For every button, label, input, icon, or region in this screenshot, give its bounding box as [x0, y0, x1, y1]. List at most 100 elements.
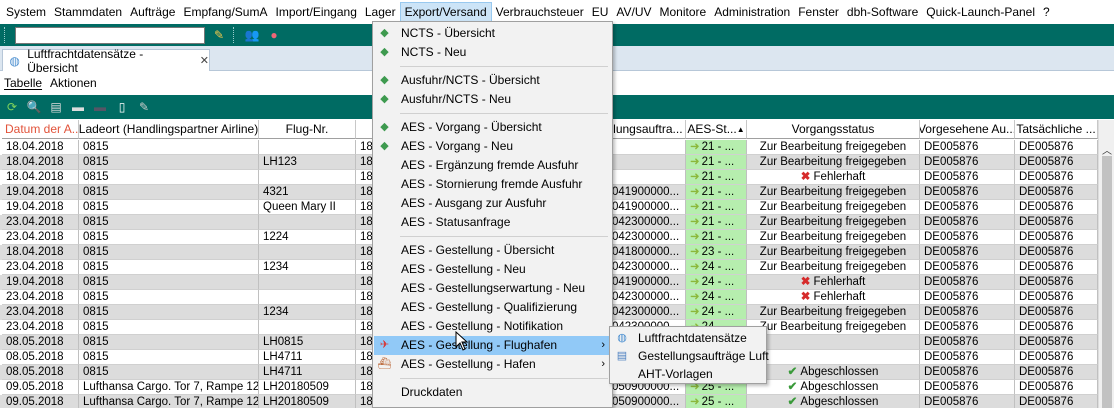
status-arrow-icon: ➜	[690, 141, 700, 153]
cube-icon: ◆	[380, 74, 389, 86]
menu-fenster[interactable]: Fenster	[794, 2, 843, 22]
menu-item-ausfuhr-ncts-bersicht[interactable]: ◆ Ausfuhr/NCTS - Übersicht	[374, 71, 611, 90]
import-icon[interactable]: ▬	[92, 99, 108, 115]
menu-quick-launch-panel[interactable]: Quick-Launch-Panel	[922, 2, 1039, 22]
export-icon[interactable]: ▬	[70, 99, 86, 115]
menu-item-ausfuhr-ncts-neu[interactable]: ◆ Ausfuhr/NCTS - Neu	[374, 90, 611, 109]
aes-status-value: 21 - ...	[701, 171, 735, 183]
cell-vorg: DE005876	[920, 260, 1015, 275]
cell-vorg: DE005876	[920, 350, 1015, 365]
status-arrow-icon: ➜	[690, 276, 700, 288]
menu-item-aes-statusanfrage[interactable]: AES - Statusanfrage	[374, 213, 611, 232]
group-icon[interactable]: ●	[266, 27, 282, 43]
menu-empfang-suma[interactable]: Empfang/SumA	[179, 2, 271, 22]
scroll-up-icon[interactable]: ︿	[1102, 142, 1112, 157]
pin-icon[interactable]: ✎	[211, 27, 227, 43]
column-header[interactable]: Vorgesehene Au...	[920, 120, 1015, 139]
menu-item-aes-vorgang-neu[interactable]: ◆ AES - Vorgang - Neu	[374, 137, 611, 156]
new-document-icon[interactable]: ▯	[114, 99, 130, 115]
cell-vorg: DE005876	[920, 380, 1015, 395]
menu-item-aes-ausgang-zur-ausfuhr[interactable]: AES - Ausgang zur Ausfuhr	[374, 194, 611, 213]
submenu-item-gestellungsauftr-ge-luft[interactable]: ▤ Gestellungsaufträge Luft	[611, 347, 769, 365]
column-header-label: Vorgangsstatus	[791, 122, 875, 136]
menu-item-aes-gestellung-bersicht[interactable]: AES - Gestellung - Übersicht	[374, 241, 611, 260]
cell-tats: DE005876	[1015, 230, 1098, 245]
column-header[interactable]: Flug-Nr.	[259, 120, 356, 139]
cell-flug	[259, 245, 356, 260]
menu-system[interactable]: System	[2, 2, 50, 22]
cell-status: ✖ Fehlerhaft	[747, 170, 920, 185]
menu-stammdaten[interactable]: Stammdaten	[50, 2, 126, 22]
menu-item-aes-gestellung-hafen[interactable]: ⛴ AES - Gestellung - Hafen ›	[374, 355, 611, 374]
search-input[interactable]	[15, 26, 205, 44]
column-header[interactable]: Ladeort (Handlingspartner Airline)	[79, 120, 259, 139]
edit-icon[interactable]: ✎	[136, 99, 152, 115]
print-icon[interactable]: ▤	[48, 99, 64, 115]
users-icon[interactable]: 👥	[244, 27, 260, 43]
refresh-icon[interactable]: ⟳	[4, 99, 20, 115]
menu-item-ncts-bersicht[interactable]: ◆ NCTS - Übersicht	[374, 24, 611, 43]
menu-export-versand[interactable]: Export/Versand	[399, 2, 492, 22]
cell-flug	[259, 140, 356, 155]
menu-verbrauchsteuer[interactable]: Verbrauchsteuer	[492, 2, 588, 22]
menu-tabelle[interactable]: Tabelle	[4, 76, 42, 90]
menu-item-ncts-neu[interactable]: ◆ NCTS - Neu	[374, 43, 611, 62]
search-icon[interactable]: 🔍	[26, 99, 42, 115]
menu-item-aes-stornierung-fremde-ausfuhr[interactable]: AES - Stornierung fremde Ausfuhr	[374, 175, 611, 194]
cell-status	[747, 350, 920, 365]
cell-ladeort: 0815	[79, 275, 259, 290]
cell-auftrag: 041900000...	[608, 200, 686, 215]
menu-item-label: AES - Gestellung - Hafen	[401, 357, 536, 371]
column-header-label: Tatsächliche ...	[1016, 122, 1096, 136]
cell-tats: DE005876	[1015, 350, 1098, 365]
error-cross-icon: ✖	[800, 276, 814, 288]
cell-status: Zur Bearbeitung freigegeben	[747, 155, 920, 170]
submenu-item-label: Luftfrachtdatensätze	[638, 331, 747, 345]
cell-aes: ➜ 25 - ...	[686, 395, 747, 408]
menu-item-aes-gestellung-flughafen[interactable]: ✈ AES - Gestellung - Flughafen ›	[374, 336, 611, 355]
menu-item-aes-vorgang-bersicht[interactable]: ◆ AES - Vorgang - Übersicht	[374, 118, 611, 137]
menu-item-aes-gestellung-notifikation[interactable]: AES - Gestellung - Notifikation	[374, 317, 611, 336]
menu-auftr-ge[interactable]: Aufträge	[126, 2, 179, 22]
cell-aes: ➜ 21 - ...	[686, 155, 747, 170]
cell-ladeort: 0815	[79, 260, 259, 275]
menu-administration[interactable]: Administration	[710, 2, 794, 22]
cell-flug	[259, 275, 356, 290]
cell-vorg: DE005876	[920, 185, 1015, 200]
vertical-scrollbar[interactable]: ︿	[1098, 120, 1114, 408]
column-header[interactable]: Datum der A...	[2, 120, 79, 139]
menu-item-aes-gestellung-neu[interactable]: AES - Gestellung - Neu	[374, 260, 611, 279]
menu-item-aes-gestellungserwartung-neu[interactable]: AES - Gestellungserwartung - Neu	[374, 279, 611, 298]
column-header[interactable]: AES-St... ▲	[686, 120, 747, 139]
menu-item-aes-erg-nzung-fremde-ausfuhr[interactable]: AES - Ergänzung fremde Ausfuhr	[374, 156, 611, 175]
scroll-thumb[interactable]	[1102, 156, 1112, 408]
menu-dbh-software[interactable]: dbh-Software	[843, 2, 922, 22]
menu-lager[interactable]: Lager	[361, 2, 400, 22]
toolbar-grip[interactable]	[4, 27, 7, 43]
submenu-item-label: AHT-Vorlagen	[638, 367, 713, 381]
globe-icon: ◍	[617, 332, 627, 344]
menu-eu[interactable]: EU	[588, 2, 613, 22]
close-icon[interactable]: ✕	[200, 54, 209, 67]
submenu-item-aht-vorlagen[interactable]: AHT-Vorlagen	[611, 365, 765, 383]
cell-flug: LH123	[259, 155, 356, 170]
menu-aktionen[interactable]: Aktionen	[50, 76, 97, 90]
globe-icon: ◍	[9, 53, 20, 68]
column-header[interactable]: Tatsächliche ...	[1015, 120, 1098, 139]
cell-status: Zur Bearbeitung freigegeben	[747, 245, 920, 260]
tab-luftfracht[interactable]: ◍ Luftfrachtdatensätze - Übersicht ✕	[2, 47, 210, 75]
menu-item-druckdaten[interactable]: Druckdaten	[374, 383, 611, 402]
menu-item-aes-gestellung-qualifizierung[interactable]: AES - Gestellung - Qualifizierung	[374, 298, 611, 317]
cell-datum: 09.05.2018	[2, 395, 79, 408]
submenu-item-luftfrachtdatens-tze[interactable]: ◍ Luftfrachtdatensätze	[611, 329, 765, 347]
toolbar-grip[interactable]	[233, 27, 236, 43]
cell-ladeort: 0815	[79, 185, 259, 200]
cube-icon: ◆	[380, 46, 389, 58]
menu-[interactable]: ?	[1039, 2, 1054, 22]
column-header[interactable]: Vorgangsstatus	[747, 120, 920, 139]
cube-icon: ◆	[380, 140, 389, 152]
menu-import-eingang[interactable]: Import/Eingang	[271, 2, 360, 22]
column-header[interactable]: llungsauftra...	[608, 120, 686, 139]
menu-monitore[interactable]: Monitore	[656, 2, 711, 22]
menu-av-uv[interactable]: AV/UV	[612, 2, 655, 22]
